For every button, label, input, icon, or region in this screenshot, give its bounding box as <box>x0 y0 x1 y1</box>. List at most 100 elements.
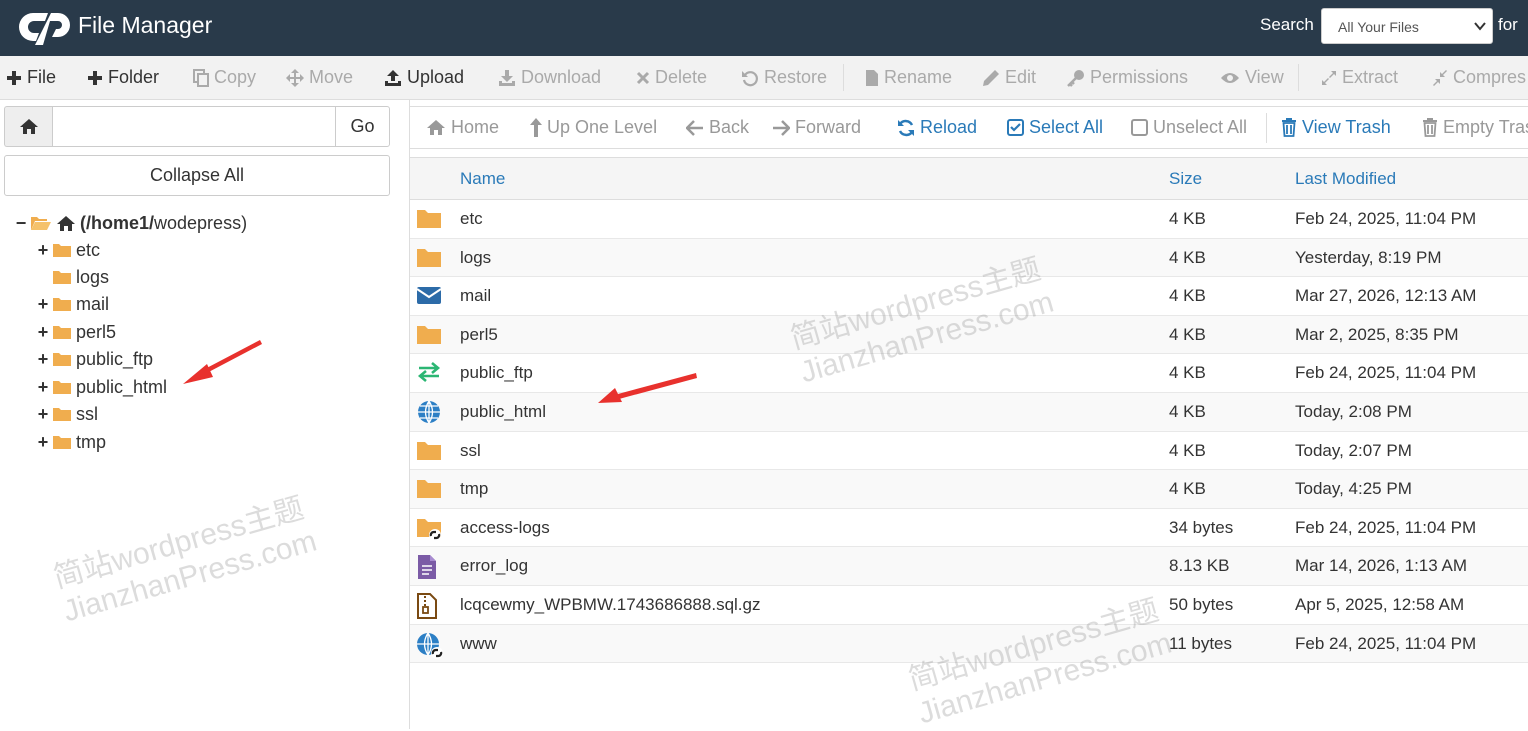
upload-button[interactable]: Upload <box>384 56 464 99</box>
arrow-left-icon <box>686 119 703 136</box>
table-row[interactable]: ssl 4 KB Today, 2:07 PM <box>410 432 1528 471</box>
file-name[interactable]: error_log <box>460 556 528 576</box>
tree-root[interactable]: − (/home1/ wodepress) <box>14 211 247 235</box>
tree-item-tmp[interactable]: + tmp <box>36 430 106 454</box>
file-name[interactable]: perl5 <box>460 325 498 345</box>
collapse-toggle[interactable]: − <box>14 213 28 234</box>
file-size: 11 bytes <box>1169 633 1233 653</box>
folder-icon <box>416 207 442 229</box>
file-modified: Apr 5, 2025, 12:58 AM <box>1295 595 1465 614</box>
refresh-icon <box>898 119 914 136</box>
file-name[interactable]: ssl <box>460 441 481 461</box>
download-button[interactable]: Download <box>498 56 601 99</box>
file-name[interactable]: public_ftp <box>460 363 533 383</box>
edit-button[interactable]: Edit <box>982 56 1036 99</box>
empty-trash-button[interactable]: Empty Tras <box>1422 107 1528 148</box>
column-header-size[interactable]: Size <box>1169 169 1202 189</box>
file-size: 4 KB <box>1169 286 1206 306</box>
expand-toggle[interactable]: + <box>36 349 50 370</box>
tree-item-mail[interactable]: + mail <box>36 292 109 316</box>
file-name[interactable]: public_html <box>460 402 546 422</box>
view-trash-button[interactable]: View Trash <box>1281 107 1391 148</box>
toolbar: File Folder Copy Move Upload Download De… <box>0 56 1528 100</box>
table-row[interactable]: error_log 8.13 KB Mar 14, 2026, 1:13 AM <box>410 547 1528 586</box>
file-name[interactable]: www <box>460 634 497 654</box>
new-file-button[interactable]: File <box>6 56 56 99</box>
permissions-button[interactable]: Permissions <box>1067 56 1188 99</box>
extract-button[interactable]: Extract <box>1321 56 1398 99</box>
restore-button[interactable]: Restore <box>741 56 827 99</box>
unselect-all-button[interactable]: Unselect All <box>1131 107 1247 148</box>
new-folder-button[interactable]: Folder <box>87 56 159 99</box>
expand-toggle[interactable]: + <box>36 322 50 343</box>
cpanel-logo[interactable] <box>14 7 72 47</box>
compress-button[interactable]: Compres <box>1432 56 1526 99</box>
permissions-label: Permissions <box>1090 67 1189 87</box>
unselect-all-label: Unselect All <box>1153 117 1248 137</box>
view-button[interactable]: View <box>1220 56 1284 99</box>
table-row[interactable]: etc 4 KB Feb 24, 2025, 11:04 PM <box>410 200 1528 239</box>
column-header-name[interactable]: Name <box>460 169 505 189</box>
expand-toggle[interactable]: + <box>36 404 50 425</box>
table-row[interactable]: perl5 4 KB Mar 2, 2025, 8:35 PM <box>410 315 1528 355</box>
toolbar-divider <box>843 64 844 91</box>
file-modified: Today, 2:07 PM <box>1295 440 1412 460</box>
tree-item-public-ftp[interactable]: + public_ftp <box>36 347 153 371</box>
move-icon <box>286 68 304 87</box>
copy-button[interactable]: Copy <box>193 56 256 99</box>
tree-item-ssl[interactable]: + ssl <box>36 402 98 426</box>
forward-button[interactable]: Forward <box>772 107 861 148</box>
home-directory-button[interactable] <box>4 106 52 147</box>
rename-button[interactable]: Rename <box>865 56 952 99</box>
expand-toggle[interactable]: + <box>36 432 50 453</box>
file-modified: Today, 2:08 PM <box>1295 402 1412 421</box>
nav-home-button[interactable]: Home <box>426 107 499 148</box>
folder-icon <box>53 436 71 449</box>
tree-item-public-html[interactable]: + public_html <box>36 375 167 399</box>
trash-icon <box>1282 118 1296 137</box>
file-size: 8.13 KB <box>1169 556 1230 576</box>
tree-item-perl5[interactable]: + perl5 <box>36 320 116 344</box>
reload-button[interactable]: Reload <box>897 107 977 148</box>
column-header-last-modified[interactable]: Last Modified <box>1295 169 1396 189</box>
collapse-all-button[interactable]: Collapse All <box>4 155 390 196</box>
tree-item-label: logs <box>76 266 110 287</box>
file-name[interactable]: mail <box>460 286 491 306</box>
table-row[interactable]: tmp 4 KB Today, 4:25 PM <box>410 470 1528 509</box>
expand-toggle[interactable]: + <box>36 377 50 398</box>
table-row[interactable]: www 11 bytes Feb 24, 2025, 11:04 PM <box>410 624 1528 664</box>
go-button[interactable]: Go <box>335 106 390 147</box>
delete-button[interactable]: Delete <box>636 56 707 99</box>
table-row[interactable]: logs 4 KB Yesterday, 8:19 PM <box>410 238 1528 278</box>
folder-icon <box>53 326 71 339</box>
tree-item-logs[interactable]: logs <box>36 265 109 289</box>
table-row[interactable]: lcqcewmy_WPBMW.1743686888.sql.gz 50 bytes… <box>410 586 1528 625</box>
folder-icon <box>416 477 442 499</box>
expand-toggle[interactable]: + <box>36 294 50 315</box>
table-row[interactable]: mail 4 KB Mar 27, 2026, 12:13 AM <box>410 277 1528 316</box>
select-all-button[interactable]: Select All <box>1007 107 1103 148</box>
table-row[interactable]: access-logs 34 bytes Feb 24, 2025, 11:04 P… <box>410 509 1528 548</box>
expand-toggle[interactable]: + <box>36 240 50 261</box>
toolbar-divider <box>1298 64 1299 91</box>
file-name[interactable]: tmp <box>460 479 488 499</box>
up-one-level-button[interactable]: Up One Level <box>530 107 657 148</box>
move-button[interactable]: Move <box>286 56 353 99</box>
home-icon <box>427 120 445 135</box>
empty-trash-label: Empty Tras <box>1443 117 1528 137</box>
back-button[interactable]: Back <box>686 107 749 148</box>
file-name[interactable]: lcqcewmy_WPBMW.1743686888.sql.gz <box>460 595 760 615</box>
file-name[interactable]: etc <box>460 209 483 229</box>
file-modified: Mar 27, 2026, 12:13 AM <box>1295 286 1477 306</box>
search-scope-select[interactable]: All Your Files <box>1321 8 1493 44</box>
tree-item-label: perl5 <box>76 321 117 342</box>
table-row[interactable]: public_html 4 KB Today, 2:08 PM <box>410 393 1528 432</box>
tree-item-etc[interactable]: + etc <box>36 238 100 262</box>
path-input[interactable] <box>52 106 336 147</box>
restore-label: Restore <box>764 67 828 87</box>
extract-label: Extract <box>1342 67 1399 87</box>
watermark: 简站wordpress主题 JianzhanPress.com <box>50 491 321 629</box>
file-name[interactable]: logs <box>460 248 491 268</box>
table-row[interactable]: public_ftp 4 KB Feb 24, 2025, 11:04 PM <box>410 354 1528 393</box>
file-name[interactable]: access-logs <box>460 518 550 538</box>
